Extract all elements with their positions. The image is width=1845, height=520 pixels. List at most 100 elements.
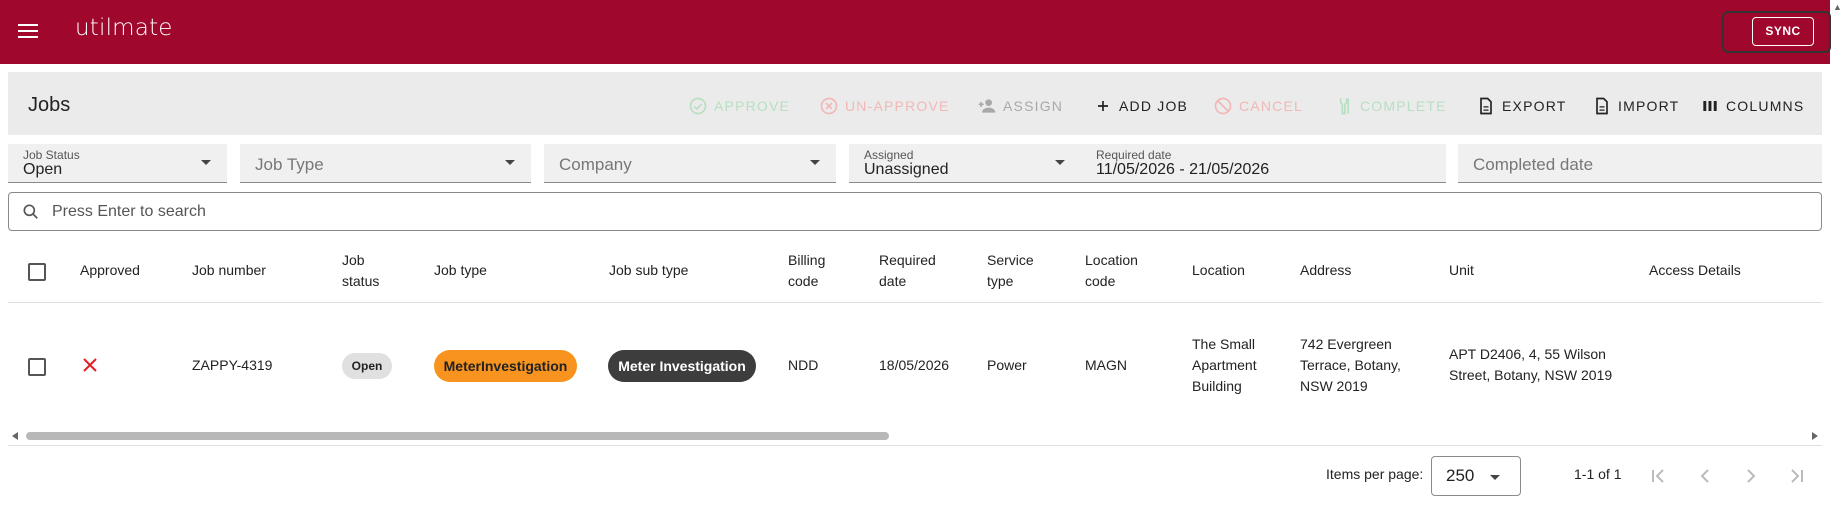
completed-date-filter-placeholder: Completed date (1473, 155, 1594, 174)
company-filter-placeholder: Company (559, 155, 632, 174)
chevron-down-icon (1055, 160, 1065, 165)
items-per-page-label: Items per page: (1326, 466, 1424, 482)
wrench-icon (1339, 98, 1349, 115)
columns-icon (1703, 101, 1717, 111)
header-location-code-line2: code (1085, 273, 1116, 289)
job-status-filter[interactable]: Job Status Open (8, 144, 227, 183)
company-filter[interactable]: Company (544, 144, 836, 183)
job-type-filter[interactable]: Job Type (240, 144, 531, 183)
cell-job-number[interactable]: ZAPPY-4319 (192, 355, 272, 376)
next-page-icon[interactable] (1739, 464, 1763, 488)
brand-logo: utilmate (75, 15, 173, 41)
sync-button[interactable]: SYNC (1752, 17, 1814, 46)
cell-unit-line1: APT D2406, 4, 55 Wilson (1449, 346, 1606, 362)
job-sub-type-chip: Meter Investigation (608, 350, 756, 382)
completed-date-filter[interactable]: Completed date (1458, 144, 1822, 183)
cell-address-line1: 742 Evergreen (1300, 336, 1392, 352)
add-job-button[interactable]: ADD JOB (1093, 96, 1188, 116)
items-per-page-select[interactable]: 250 (1431, 456, 1521, 496)
document-icon (1596, 97, 1608, 115)
header-job-type[interactable]: Job type (434, 260, 487, 281)
assigned-filter-value: Unassigned (864, 161, 949, 178)
search-input[interactable] (50, 200, 1754, 224)
import-button[interactable]: IMPORT (1592, 96, 1679, 116)
horizontal-scrollbar[interactable] (8, 428, 1822, 446)
header-billing-code-line1: Billing (788, 252, 826, 268)
assign-button[interactable]: ASSIGN (977, 96, 1063, 116)
last-page-icon[interactable] (1785, 464, 1809, 488)
jobs-toolbar: Jobs APPROVE UN-APPROVE ASSIGN ADD JOB C… (8, 72, 1822, 135)
chevron-down-icon (1490, 475, 1500, 480)
cell-unit: APT D2406, 4, 55 Wilson Street, Botany, … (1449, 344, 1612, 386)
required-date-filter[interactable]: Required date 11/05/2026 - 21/05/2026 (1081, 144, 1446, 183)
page-title: Jobs (28, 94, 71, 116)
cell-location-line1: The Small (1192, 336, 1256, 352)
cancel-button[interactable]: CANCEL (1213, 96, 1303, 116)
check-circle-icon (689, 97, 707, 115)
scrollbar-thumb[interactable] (26, 432, 889, 440)
complete-label: COMPLETE (1360, 98, 1447, 114)
un-approve-label: UN-APPROVE (845, 98, 950, 114)
columns-label: COLUMNS (1726, 98, 1805, 114)
plus-icon (1098, 101, 1108, 111)
cell-location-code: MAGN (1085, 357, 1127, 373)
cell-address: 742 Evergreen Terrace, Botany, NSW 2019 (1300, 334, 1401, 397)
header-required-date-line2: date (879, 273, 907, 289)
header-approved[interactable]: Approved (80, 260, 140, 281)
required-date-filter-label: Required date (1096, 148, 1172, 162)
x-circle-icon (820, 97, 838, 115)
document-icon (1480, 97, 1492, 115)
header-location-code-line1: Location (1085, 252, 1138, 268)
approve-button[interactable]: APPROVE (688, 96, 790, 116)
row-checkbox[interactable] (28, 358, 46, 376)
header-billing-code[interactable]: Billing code (788, 250, 825, 292)
select-all-checkbox[interactable] (28, 263, 46, 281)
add-job-label: ADD JOB (1119, 98, 1189, 114)
items-per-page-value: 250 (1446, 466, 1475, 485)
header-job-number[interactable]: Job number (192, 260, 266, 281)
columns-button[interactable]: COLUMNS (1700, 96, 1804, 116)
status-badge: Open (342, 353, 392, 379)
export-button[interactable]: EXPORT (1476, 96, 1567, 116)
cell-service-type: Power (987, 357, 1027, 373)
menu-icon[interactable] (16, 20, 40, 44)
header-job-status[interactable]: Job status (342, 250, 379, 292)
header-job-sub-type[interactable]: Job sub type (609, 260, 688, 281)
import-label: IMPORT (1618, 98, 1680, 114)
cell-address-line2: Terrace, Botany, (1300, 357, 1401, 373)
person-add-icon (978, 99, 996, 113)
job-status-filter-label: Job Status (23, 148, 80, 162)
header-location-code[interactable]: Location code (1085, 250, 1138, 292)
job-type-filter-placeholder: Job Type (255, 155, 324, 174)
header-unit[interactable]: Unit (1449, 260, 1474, 281)
job-status-filter-value: Open (23, 161, 63, 178)
search-icon (23, 204, 38, 219)
cancel-label: CANCEL (1239, 98, 1303, 114)
scroll-right-icon[interactable] (1812, 432, 1818, 440)
assigned-filter[interactable]: Assigned Unassigned (849, 144, 1081, 183)
page-scroll-up-icon[interactable]: ▲ (1833, 2, 1842, 12)
header-access-details[interactable]: Access Details (1649, 260, 1741, 281)
un-approve-button[interactable]: UN-APPROVE (819, 96, 950, 116)
block-icon (1214, 97, 1232, 115)
cell-unit-line2: Street, Botany, NSW 2019 (1449, 367, 1613, 383)
header-service-type-line1: Service (987, 252, 1034, 268)
header-service-type[interactable]: Service type (987, 250, 1034, 292)
approve-label: APPROVE (714, 98, 791, 114)
scroll-left-icon[interactable] (12, 432, 18, 440)
chevron-down-icon (201, 160, 211, 165)
header-required-date-line1: Required (879, 252, 936, 268)
export-label: EXPORT (1502, 98, 1567, 114)
header-location[interactable]: Location (1192, 260, 1245, 281)
required-date-filter-value: 11/05/2026 - 21/05/2026 (1096, 161, 1270, 178)
header-address[interactable]: Address (1300, 260, 1351, 281)
chevron-down-icon (505, 160, 515, 165)
cell-billing-code: NDD (788, 357, 819, 373)
header-required-date[interactable]: Required date (879, 250, 936, 292)
header-job-status-line1: Job (342, 252, 365, 268)
previous-page-icon[interactable] (1693, 464, 1717, 488)
header-billing-code-line2: code (788, 273, 819, 289)
first-page-icon[interactable] (1646, 464, 1670, 488)
complete-button[interactable]: COMPLETE (1334, 96, 1447, 116)
job-type-chip: MeterInvestigation (434, 350, 577, 382)
